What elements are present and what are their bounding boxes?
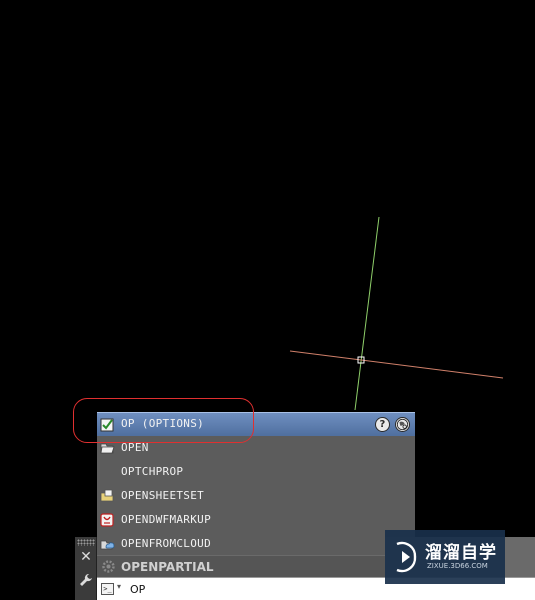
autocomplete-item-label: OPTCHPROP <box>121 465 184 478</box>
autocomplete-item-label: OPENFROMCLOUD <box>121 537 211 550</box>
chevron-down-icon[interactable]: ▾ <box>117 582 121 591</box>
drag-grip-icon[interactable] <box>77 539 95 546</box>
autocomplete-item-optchprop[interactable]: OPTCHPROP <box>97 460 415 484</box>
autocomplete-item-opendwfmarkup[interactable]: OPENDWFMARKUP <box>97 508 415 532</box>
highlight-annotation-ring <box>73 398 254 443</box>
prompt-icon[interactable]: >_ <box>101 583 114 595</box>
play-logo-icon <box>396 541 417 573</box>
gear-icon <box>102 560 115 573</box>
command-history-row: OPENPARTIAL <box>97 555 385 577</box>
autocomplete-item-label: OPENSHEETSET <box>121 489 205 502</box>
autocomplete-item-label: OPENDWFMARKUP <box>121 513 211 526</box>
autocomplete-item-opensheetset[interactable]: OPENSHEETSET <box>97 484 415 508</box>
ucs-y-axis <box>354 216 380 411</box>
help-button[interactable]: ? <box>375 417 390 432</box>
sheet-set-icon <box>100 489 114 502</box>
command-history-label: OPENPARTIAL <box>121 560 214 574</box>
command-line-handle[interactable]: ✕ <box>75 537 97 600</box>
ucs-x-axis <box>289 350 504 379</box>
watermark-url: ZIXUE.3D66.COM <box>427 562 488 570</box>
wrench-icon[interactable] <box>78 572 94 588</box>
globe-search-icon[interactable] <box>395 417 410 432</box>
close-icon[interactable]: ✕ <box>78 549 94 565</box>
open-folder-icon <box>100 443 115 454</box>
dwf-markup-icon <box>100 513 114 527</box>
cloud-open-icon <box>100 540 115 550</box>
watermark-title: 溜溜自学 <box>425 543 497 563</box>
autocomplete-item-openfromcloud[interactable]: OPENFROMCLOUD <box>97 532 415 556</box>
watermark-logo: 溜溜自学 ZIXUE.3D66.COM <box>385 530 505 584</box>
